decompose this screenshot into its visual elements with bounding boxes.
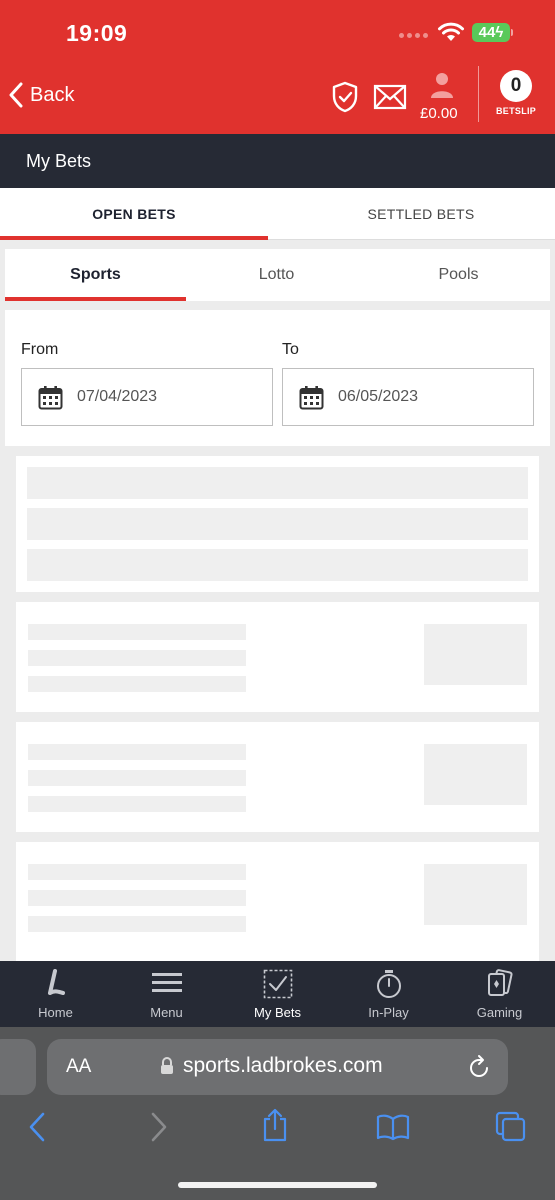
bet-category-tabs: Sports Lotto Pools (5, 249, 550, 301)
cellular-signal-icon (399, 33, 428, 38)
skeleton-card (16, 722, 539, 832)
nav-home-label: Home (38, 1005, 73, 1020)
skeleton-bar (27, 549, 528, 581)
tab-sports[interactable]: Sports (5, 249, 186, 301)
charging-bolt-icon: ϟ (495, 24, 504, 41)
reload-icon[interactable] (467, 1054, 491, 1080)
skeleton-box (424, 744, 527, 805)
skeleton-bar (28, 796, 246, 812)
status-time: 19:09 (66, 20, 128, 46)
url-text[interactable]: sports.ladbrokes.com (183, 1054, 383, 1078)
nav-gaming-label: Gaming (476, 1005, 523, 1020)
skeleton-box (424, 624, 527, 685)
lock-icon (161, 1057, 173, 1074)
tabs-icon[interactable] (495, 1111, 527, 1143)
date-filter-panel: From To 07/04/2023 06/05/2023 (5, 310, 550, 446)
text-size-button[interactable]: AA (66, 1056, 91, 1078)
safer-gambling-shield-icon[interactable] (331, 81, 359, 113)
browser-toolbar: AA sports.ladbrokes.com (0, 1027, 555, 1200)
header-divider (478, 66, 479, 122)
nav-in-play-label: In-Play (368, 1005, 409, 1020)
nav-my-bets-label: My Bets (254, 1005, 301, 1020)
calendar-icon (38, 385, 63, 409)
back-button[interactable]: Back (8, 82, 74, 108)
betslip-count-badge[interactable]: 0 (500, 70, 532, 102)
mail-icon[interactable] (373, 84, 407, 110)
page-title: My Bets (26, 151, 92, 171)
tab-pools[interactable]: Pools (368, 249, 549, 301)
browser-back-icon[interactable] (26, 1111, 48, 1143)
betslip-label[interactable]: BETSLIP (496, 106, 536, 116)
skeleton-bar (28, 890, 246, 906)
skeleton-bar (27, 467, 528, 499)
back-label: Back (30, 83, 75, 106)
page-title-bar: My Bets (0, 134, 555, 188)
skeleton-bar (28, 624, 246, 640)
previous-tab-stub[interactable] (0, 1039, 36, 1095)
from-date-value: 07/04/2023 (77, 388, 158, 405)
tab-lotto[interactable]: Lotto (186, 249, 367, 301)
tab-open-bets[interactable]: OPEN BETS (0, 188, 268, 240)
skeleton-bar (28, 650, 246, 666)
skeleton-bar (28, 864, 246, 880)
skeleton-card (16, 456, 539, 592)
from-date-field[interactable]: 07/04/2023 (21, 368, 273, 426)
account-user-icon[interactable] (430, 71, 454, 99)
bottom-navigation: Home Menu My Bets In-Play Gaming (0, 961, 555, 1027)
hamburger-icon (151, 973, 182, 992)
share-icon[interactable] (261, 1107, 289, 1143)
nav-menu-label: Menu (150, 1005, 183, 1020)
calendar-icon (299, 385, 324, 409)
wifi-icon (438, 22, 464, 41)
nav-gaming[interactable]: Gaming (444, 961, 555, 1027)
ladbrokes-logo-icon (47, 969, 65, 995)
skeleton-bar (28, 676, 246, 692)
nav-home[interactable]: Home (0, 961, 111, 1027)
skeleton-bar (28, 916, 246, 932)
bet-status-tabs: OPEN BETS SETTLED BETS (0, 188, 555, 240)
to-date-value: 06/05/2023 (338, 388, 419, 405)
skeleton-card (16, 602, 539, 712)
nav-menu[interactable]: Menu (111, 961, 222, 1027)
skeleton-bar (27, 508, 528, 540)
app-header: 19:09 44 ϟ Back £0.00 0 BETSLIP (0, 0, 555, 134)
stopwatch-icon (376, 970, 401, 998)
skeleton-bar (28, 770, 246, 786)
address-bar[interactable]: AA sports.ladbrokes.com (47, 1039, 508, 1095)
from-label: From (21, 341, 59, 358)
skeleton-box (424, 864, 527, 925)
home-indicator (178, 1182, 377, 1188)
chevron-left-icon (9, 82, 23, 108)
nav-in-play[interactable]: In-Play (333, 961, 444, 1027)
battery-tip (511, 29, 513, 36)
account-balance[interactable]: £0.00 (420, 105, 458, 122)
nav-my-bets[interactable]: My Bets (222, 961, 333, 1027)
to-date-field[interactable]: 06/05/2023 (282, 368, 534, 426)
to-label: To (282, 341, 299, 358)
battery-level: 44 (478, 24, 496, 41)
skeleton-card (16, 842, 539, 961)
battery-indicator: 44 ϟ (472, 23, 510, 42)
bookmarks-icon[interactable] (376, 1113, 410, 1141)
browser-forward-icon[interactable] (148, 1111, 170, 1143)
skeleton-bar (28, 744, 246, 760)
cards-icon (487, 969, 513, 996)
checkbox-icon (263, 969, 292, 999)
tab-settled-bets[interactable]: SETTLED BETS (287, 188, 555, 240)
